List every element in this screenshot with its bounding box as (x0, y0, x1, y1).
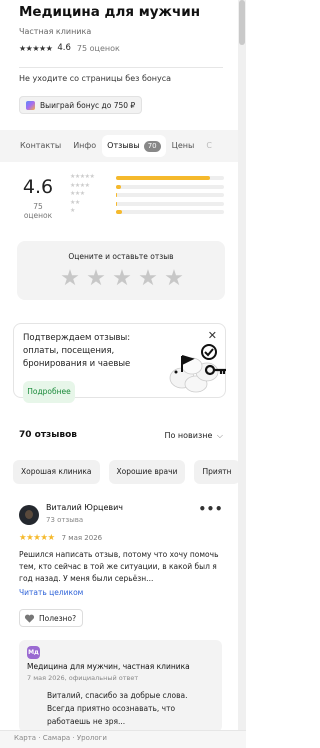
distribution-fill (116, 210, 123, 214)
distribution-stars-icon: ★★★ (70, 190, 85, 197)
reply-meta: 7 мая 2026, официальный ответ (27, 674, 139, 682)
distribution-fill (116, 176, 210, 180)
helpful-label: Полезно? (39, 613, 77, 623)
distribution-row: ★★ (70, 198, 224, 208)
sort-dropdown[interactable]: По новизне ⌵ (164, 431, 223, 441)
distribution-fill (116, 201, 118, 206)
scrollbar-thumb[interactable] (239, 0, 245, 45)
rating-stars-icon: ★★★★★ (19, 43, 53, 53)
tab-reviews-label: Отзывы (107, 141, 140, 150)
read-more-link[interactable]: Читать целиком (19, 588, 83, 597)
tab-more[interactable]: С (200, 135, 218, 157)
heart-icon (24, 614, 35, 623)
rate-star-icon[interactable]: ★ (57, 266, 83, 292)
rate-box: Оцените и оставьте отзыв ★ ★ ★ ★ ★ (17, 241, 225, 300)
promo-text: Подтверждаем отзывы: оплаты, посещения, … (23, 333, 131, 369)
sort-label: По новизне (164, 431, 213, 440)
distribution-row: ★★★ (70, 190, 224, 199)
org-title: Медицина для мужчин (19, 4, 201, 20)
review-stars-icon: ★★★★★ (19, 533, 55, 543)
scrollbar[interactable] (238, 0, 246, 730)
bonus-notice: Не уходите со страницы без бонуса (19, 74, 172, 83)
distribution-stars-icon: ★★ (70, 198, 80, 206)
bonus-icon (26, 100, 35, 110)
rate-label: Оцените и оставьте отзыв (68, 252, 174, 261)
distribution-stars-icon: ★★★★ (70, 181, 90, 189)
org-header: Медицина для мужчин Частная клиника ★★★★… (19, 4, 229, 53)
avatar[interactable] (19, 505, 39, 525)
close-icon[interactable]: ✕ (208, 330, 217, 341)
tag-chip[interactable]: Хорошие врачи (108, 460, 186, 484)
rating-count: 75 оценок (76, 43, 120, 53)
review-author-stats: 73 отзыва (46, 516, 84, 524)
tag-chip[interactable]: Приятн (194, 460, 238, 484)
rate-star-icon[interactable]: ★ (135, 266, 161, 292)
rating-value: 4.6 (57, 43, 71, 53)
verified-reviews-promo: Подтверждаем отзывы: оплаты, посещения, … (13, 323, 226, 403)
tab-prices[interactable]: Цены (166, 135, 201, 157)
bonus-button[interactable]: Выиграй бонус до 750 ₽ (19, 96, 143, 114)
rating-summary: 4.6 75 оценок (18, 176, 58, 220)
rate-star-icon[interactable]: ★ (109, 266, 135, 292)
rating-summary-value: 4.6 (22, 176, 54, 198)
tab-reviews[interactable]: Отзывы 70 (102, 135, 166, 157)
breadcrumb[interactable]: Карта · Самара · Урологи (14, 734, 107, 742)
reply-text: Виталий, спасибо за добрые слова. Всегда… (47, 691, 188, 726)
distribution-track (116, 176, 224, 180)
organization-panel: Медицина для мужчин Частная клиника ★★★★… (0, 0, 238, 748)
reviews-header: 70 отзывов По новизне ⌵ (19, 430, 225, 442)
distribution-track (116, 201, 224, 206)
tab-contacts[interactable]: Контакты (14, 135, 67, 157)
reviews-count-title: 70 отзывов (19, 430, 77, 440)
tabs: Контакты Инфо Отзывы 70 Цены С (14, 135, 218, 157)
review-tags: Хорошая клиника Хорошие врачи Приятн (13, 460, 238, 484)
distribution-track (116, 193, 224, 197)
divider (19, 67, 223, 68)
distribution-track (116, 210, 224, 214)
review-rating: ★★★★★ 7 мая 2026 (19, 533, 102, 543)
rating-summary-count: 75 оценок (23, 202, 53, 220)
rating-distribution: ★★★★★ ★★★★ ★★★ ★★ ★ (70, 173, 224, 217)
chevron-down-icon: ⌵ (216, 431, 223, 440)
org-logo: Мд (27, 646, 40, 659)
distribution-row: ★★★★ (70, 181, 224, 191)
bonus-button-label: Выиграй бонус до 750 ₽ (40, 100, 136, 110)
tab-reviews-count: 70 (143, 140, 161, 152)
owner-reply: Мд Медицина для мужчин, частная клиника … (19, 640, 222, 732)
more-options-icon[interactable]: ••• (198, 502, 223, 516)
review-text: Решился написать отзыв, потому что хочу … (19, 550, 219, 583)
helpful-button[interactable]: Полезно? (19, 609, 84, 627)
org-category[interactable]: Частная клиника (19, 27, 229, 36)
rate-star-icon[interactable]: ★ (161, 266, 187, 292)
distribution-track (116, 184, 224, 189)
tab-info[interactable]: Инфо (67, 135, 102, 157)
distribution-row: ★★★★★ (70, 173, 224, 182)
distribution-fill (116, 193, 118, 197)
distribution-row: ★ (70, 207, 224, 216)
distribution-fill (116, 184, 122, 189)
review-author[interactable]: Виталий Юрцевич (46, 503, 123, 512)
rate-stars: ★ ★ ★ ★ ★ (57, 266, 187, 292)
distribution-stars-icon: ★ (70, 207, 75, 214)
reply-org-name: Медицина для мужчин, частная клиника (27, 662, 190, 671)
distribution-stars-icon: ★★★★★ (70, 173, 95, 180)
footer-bar: Карта · Самара · Урологи (0, 730, 246, 748)
promo-more-button[interactable]: Подробнее (23, 381, 75, 403)
verified-illustration-icon (169, 344, 226, 393)
tag-chip[interactable]: Хорошая клиника (13, 460, 100, 484)
org-rating[interactable]: ★★★★★ 4.6 75 оценок (19, 43, 229, 53)
review-date: 7 мая 2026 (61, 534, 103, 542)
rate-star-icon[interactable]: ★ (83, 266, 109, 292)
